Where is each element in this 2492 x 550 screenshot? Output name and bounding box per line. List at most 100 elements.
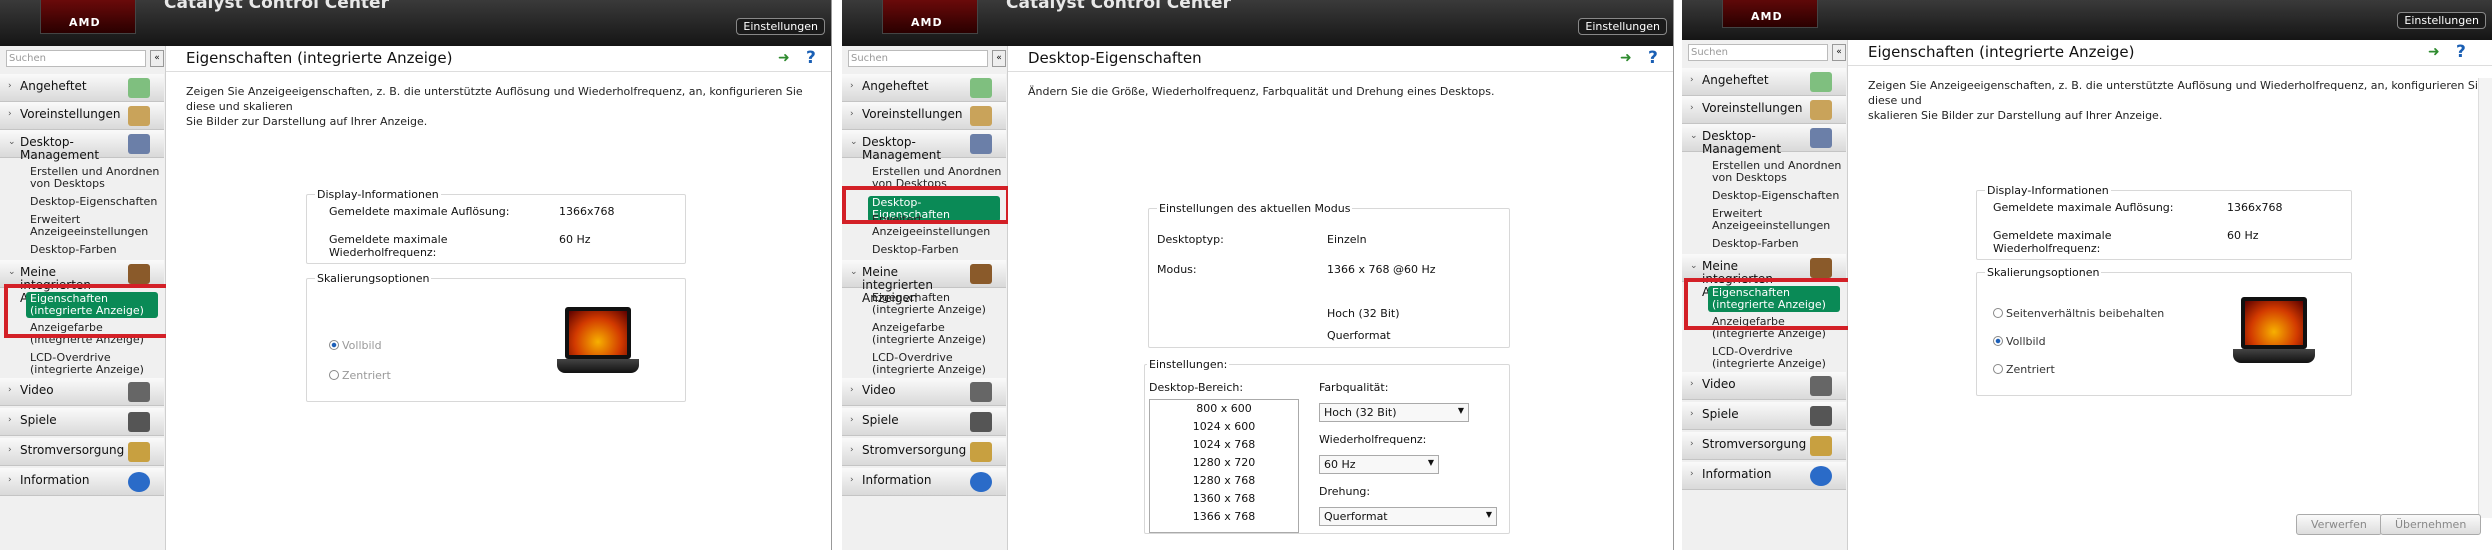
- nav-stromversorgung[interactable]: › Stromversorgung: [1682, 432, 1846, 460]
- nav-voreinstellungen[interactable]: › Voreinstellungen: [842, 102, 1006, 130]
- nav-lcd-overdrive[interactable]: LCD-Overdrive (integrierte Anzeige): [30, 352, 160, 376]
- chevron-right-icon: ›: [8, 415, 12, 425]
- nav-spiele[interactable]: › Spiele: [1682, 402, 1846, 430]
- nav-label: Stromversorgung: [20, 443, 125, 457]
- resolution-item[interactable]: 1360 x 768: [1150, 490, 1298, 508]
- resolution-item[interactable]: 1024 x 600: [1150, 418, 1298, 436]
- radio-vollbild[interactable]: Vollbild: [1993, 335, 2046, 348]
- video-icon: [970, 382, 992, 402]
- chevron-right-icon: ›: [850, 109, 854, 119]
- nav-information[interactable]: › Information: [0, 468, 164, 496]
- panel-3: AMD Einstellungen Suchen « › Angeheftet ›…: [1682, 0, 2492, 550]
- nav-desktop-management[interactable]: ⌄ Desktop-Management: [0, 130, 164, 162]
- nav-erweitert[interactable]: Erweitert Anzeigeeinstellungen: [1712, 208, 1842, 232]
- page-description: Zeigen Sie Anzeigeeigenschaften, z. B. d…: [186, 84, 831, 129]
- nav-stromversorgung[interactable]: › Stromversorgung: [0, 438, 164, 466]
- radio-vollbild[interactable]: Vollbild: [329, 339, 382, 352]
- resolution-item[interactable]: 1024 x 768: [1150, 436, 1298, 454]
- radio-label: Zentriert: [2006, 363, 2055, 376]
- nav-erstellen[interactable]: Erstellen und Anordnen von Desktops: [1712, 160, 1842, 184]
- nav-desktop-eigenschaften[interactable]: Desktop-Eigenschaften: [30, 196, 157, 208]
- resolution-item[interactable]: 1280 x 768: [1150, 472, 1298, 490]
- refresh-dropdown[interactable]: 60 Hz ▼: [1319, 455, 1439, 474]
- dropdown-arrow-icon: ▼: [1427, 458, 1434, 467]
- nav-desktop-management[interactable]: ⌄ Desktop-Management: [842, 130, 1006, 162]
- resolution-list[interactable]: 800 x 600 1024 x 600 1024 x 768 1280 x 7…: [1149, 399, 1299, 533]
- nav-angeheftet[interactable]: › Angeheftet: [842, 74, 1006, 102]
- radio-seitenverhaeltnis[interactable]: Seitenverhältnis beibehalten: [1993, 307, 2164, 320]
- nav-voreinstellungen[interactable]: › Voreinstellungen: [0, 102, 164, 130]
- laptop-icon: [128, 264, 150, 284]
- radio-zentriert[interactable]: Zentriert: [329, 369, 391, 382]
- help-icon[interactable]: ?: [2456, 42, 2466, 62]
- help-icon[interactable]: ?: [806, 48, 816, 68]
- nav-information[interactable]: › Information: [842, 468, 1006, 496]
- pin-icon[interactable]: ➜: [2428, 44, 2440, 60]
- max-freq-label: Gemeldete maximale Wiederholfrequenz:: [329, 233, 447, 259]
- nav-lcd-overdrive[interactable]: LCD-Overdrive (integrierte Anzeige): [872, 352, 1002, 376]
- radio-label: Vollbild: [2006, 335, 2046, 348]
- nav-label: Angeheftet: [862, 79, 929, 93]
- scaling-group: Skalierungsoptionen Vollbild Zentriert: [306, 272, 686, 402]
- help-icon[interactable]: ?: [1648, 48, 1658, 68]
- nav-spiele[interactable]: › Spiele: [842, 408, 1006, 436]
- chevron-down-icon: ⌄: [850, 137, 858, 147]
- max-freq-value: 60 Hz: [2227, 229, 2259, 242]
- collapse-icon[interactable]: «: [1832, 44, 1846, 61]
- laptop-screen: [565, 307, 631, 359]
- nav-label: Desktop-Management: [862, 135, 942, 162]
- settings-button[interactable]: Einstellungen: [736, 18, 825, 35]
- search-input[interactable]: Suchen: [848, 50, 988, 67]
- nav-erweitert[interactable]: Erweitert Anzeigeeinstellungen: [30, 214, 160, 238]
- collapse-icon[interactable]: «: [992, 50, 1006, 67]
- nav-label: Video: [20, 383, 54, 397]
- nav-desktop-farben[interactable]: Desktop-Farben: [872, 244, 959, 256]
- nav-stromversorgung[interactable]: › Stromversorgung: [842, 438, 1006, 466]
- chevron-right-icon: ›: [850, 475, 854, 485]
- nav-video[interactable]: › Video: [1682, 372, 1846, 400]
- pin-icon: [128, 78, 150, 98]
- chevron-right-icon: ›: [8, 81, 12, 91]
- mode-value: 1366 x 768 @60 Hz: [1327, 263, 1436, 276]
- nav-information[interactable]: › Information: [1682, 462, 1846, 490]
- nav-angeheftet[interactable]: › Angeheftet: [0, 74, 164, 102]
- nav-video[interactable]: › Video: [0, 378, 164, 406]
- resolution-item[interactable]: 800 x 600: [1150, 400, 1298, 418]
- nav-desktop-eigenschaften[interactable]: Desktop-Eigenschaften: [1712, 190, 1839, 202]
- nav-anzeigefarbe[interactable]: Anzeigefarbe (integrierte Anzeige): [872, 322, 1002, 346]
- nav-lcd-overdrive[interactable]: LCD-Overdrive (integrierte Anzeige): [1712, 346, 1842, 370]
- chevron-right-icon: ›: [1690, 469, 1694, 479]
- nav-eigenschaften-integriert[interactable]: Eigenschaften (integrierte Anzeige): [872, 292, 1002, 316]
- pin-icon[interactable]: ➜: [1620, 50, 1632, 66]
- desktop-type-value: Einzeln: [1327, 233, 1367, 246]
- group-label: Skalierungsoptionen: [315, 272, 432, 285]
- vertical-scrollbar[interactable]: [2478, 78, 2492, 518]
- label-part: Gemeldete maximale: [329, 233, 448, 246]
- nav-erstellen[interactable]: Erstellen und Anordnen von Desktops: [30, 166, 160, 190]
- laptop-image: [2233, 297, 2315, 375]
- amd-logo: AMD: [882, 0, 978, 34]
- chevron-down-icon: ⌄: [1690, 131, 1698, 141]
- nav-meine-integrierten[interactable]: ⌄Meine integrierten Anzeigen: [842, 260, 1006, 305]
- nav-spiele[interactable]: › Spiele: [0, 408, 164, 436]
- radio-zentriert[interactable]: Zentriert: [1993, 363, 2055, 376]
- settings-button[interactable]: Einstellungen: [2397, 12, 2486, 29]
- resolution-item[interactable]: 1366 x 768: [1150, 508, 1298, 526]
- nav-voreinstellungen[interactable]: › Voreinstellungen: [1682, 96, 1846, 124]
- apply-button[interactable]: Übernehmen: [2380, 514, 2482, 535]
- sidebar: Suchen « › Angeheftet › Voreinstellungen ⌄…: [842, 46, 1008, 550]
- pin-icon[interactable]: ➜: [778, 50, 790, 66]
- rotation-dropdown[interactable]: Querformat ▼: [1319, 507, 1497, 526]
- nav-desktop-management[interactable]: ⌄ Desktop-Management: [1682, 124, 1846, 156]
- settings-button[interactable]: Einstellungen: [1578, 18, 1667, 35]
- collapse-icon[interactable]: «: [150, 50, 164, 67]
- nav-desktop-farben[interactable]: Desktop-Farben: [1712, 238, 1799, 250]
- nav-angeheftet[interactable]: › Angeheftet: [1682, 68, 1846, 96]
- nav-desktop-farben[interactable]: Desktop-Farben: [30, 244, 117, 256]
- discard-button[interactable]: Verwerfen: [2296, 514, 2382, 535]
- color-quality-dropdown[interactable]: Hoch (32 Bit) ▼: [1319, 403, 1469, 422]
- search-input[interactable]: Suchen: [1688, 44, 1828, 61]
- nav-video[interactable]: › Video: [842, 378, 1006, 406]
- search-input[interactable]: Suchen: [6, 50, 146, 67]
- resolution-item[interactable]: 1280 x 720: [1150, 454, 1298, 472]
